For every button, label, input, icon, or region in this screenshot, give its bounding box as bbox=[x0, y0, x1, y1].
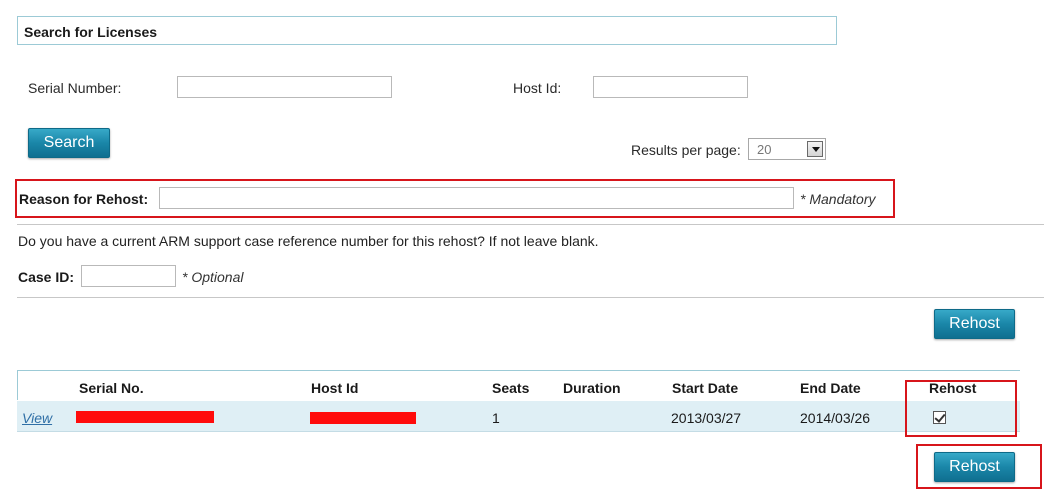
case-id-optional-note: * Optional bbox=[182, 269, 244, 285]
results-per-page-select[interactable]: 20 bbox=[748, 138, 826, 160]
search-button[interactable]: Search bbox=[28, 128, 110, 158]
redacted-serial-number bbox=[76, 411, 214, 423]
rehost-button-top[interactable]: Rehost bbox=[934, 309, 1015, 339]
search-panel-title: Search for Licenses bbox=[24, 24, 158, 40]
rehost-button-highlight-box bbox=[916, 444, 1042, 489]
results-per-page-value: 20 bbox=[757, 142, 772, 157]
column-header-serial: Serial No. bbox=[79, 380, 144, 396]
column-header-seats: Seats bbox=[492, 380, 530, 396]
case-id-label: Case ID: bbox=[18, 269, 75, 285]
host-id-label: Host Id: bbox=[513, 80, 562, 96]
serial-number-label: Serial Number: bbox=[28, 80, 122, 96]
view-link[interactable]: View bbox=[22, 410, 52, 426]
search-panel-header: Search for Licenses bbox=[17, 16, 837, 45]
column-header-start-date: Start Date bbox=[672, 380, 739, 396]
start-date-cell: 2013/03/27 bbox=[671, 410, 742, 426]
support-question: Do you have a current ARM support case r… bbox=[18, 233, 599, 249]
divider-bottom bbox=[17, 297, 1044, 298]
case-id-input[interactable] bbox=[81, 265, 176, 287]
chevron-down-icon[interactable] bbox=[807, 141, 823, 157]
reason-label: Reason for Rehost: bbox=[19, 191, 149, 207]
results-per-page-label: Results per page: bbox=[631, 142, 741, 158]
column-header-host-id: Host Id bbox=[311, 380, 359, 396]
table-header: Serial No. Host Id Seats Duration Start … bbox=[17, 370, 1020, 400]
seats-cell: 1 bbox=[492, 410, 500, 426]
column-header-end-date: End Date bbox=[800, 380, 861, 396]
table-row: View 1 2013/03/27 2014/03/26 bbox=[17, 401, 1020, 432]
serial-number-input[interactable] bbox=[177, 76, 392, 98]
column-header-duration: Duration bbox=[563, 380, 621, 396]
end-date-cell: 2014/03/26 bbox=[800, 410, 871, 426]
redacted-host-id bbox=[310, 412, 416, 424]
reason-mandatory-note: * Mandatory bbox=[800, 191, 876, 207]
host-id-input[interactable] bbox=[593, 76, 748, 98]
rehost-column-highlight-box bbox=[905, 380, 1017, 437]
divider-top bbox=[17, 224, 1044, 225]
reason-input[interactable] bbox=[159, 187, 794, 209]
